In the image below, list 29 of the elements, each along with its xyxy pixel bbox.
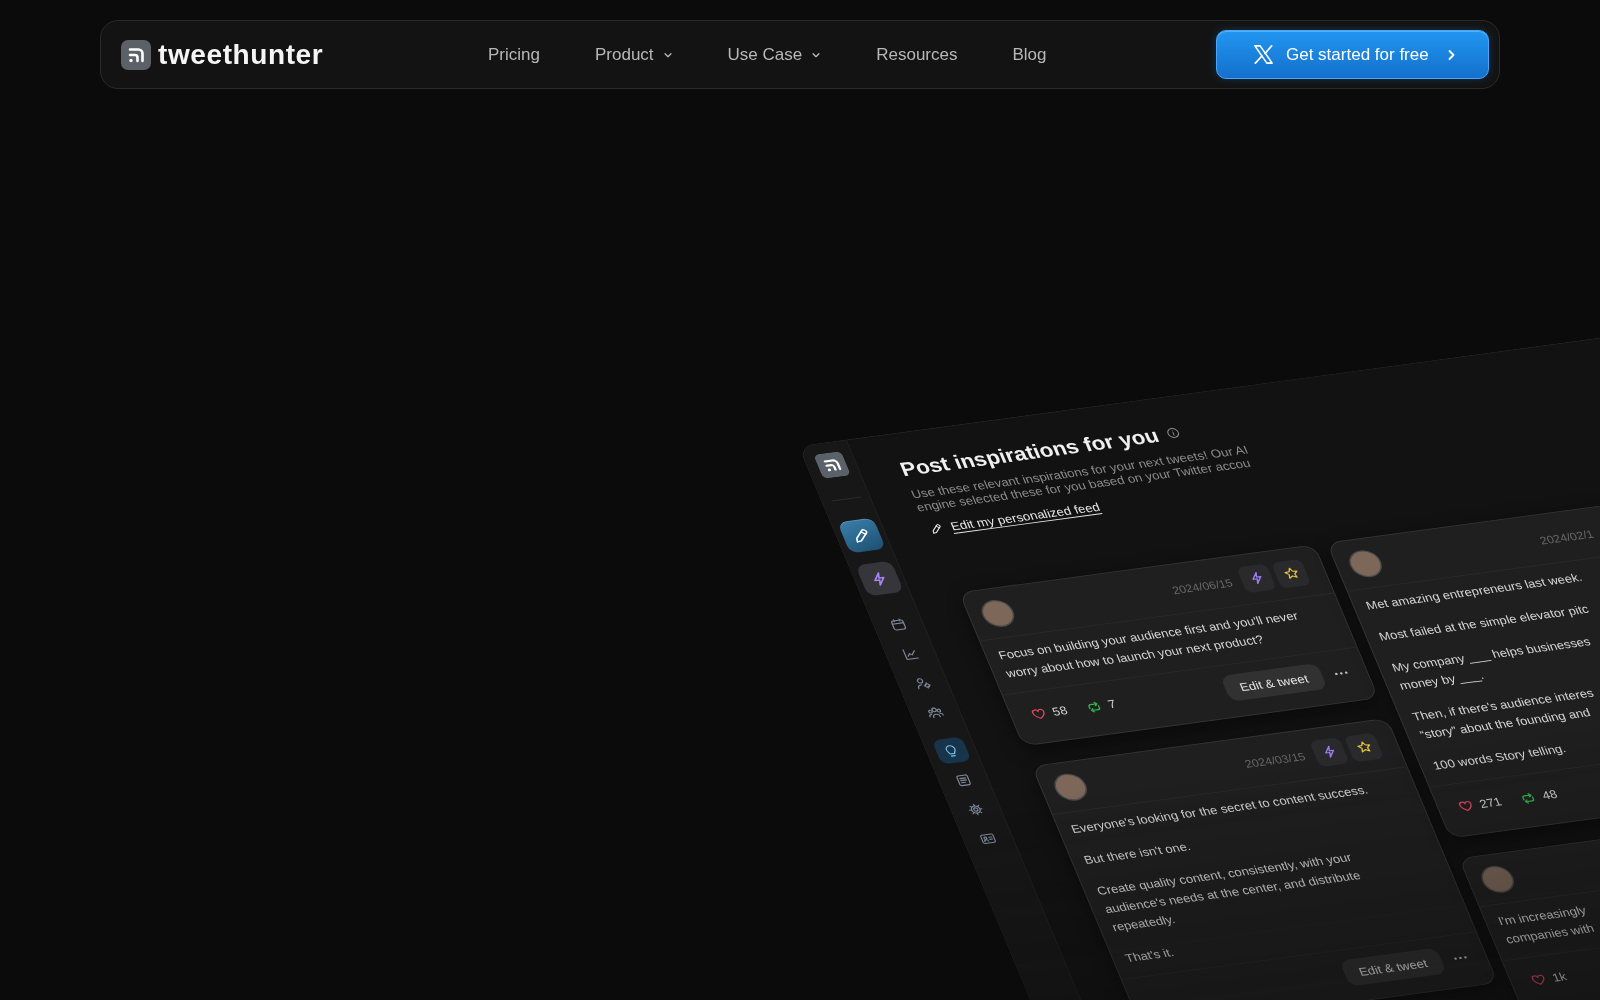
document-icon (953, 772, 974, 788)
brand-name: tweethunter (158, 38, 324, 71)
bolt-button[interactable] (1236, 563, 1277, 593)
app-logo-icon[interactable] (812, 451, 851, 479)
like-count: 271 (1477, 795, 1504, 811)
nav-link[interactable]: Resources (876, 44, 958, 65)
more-icon[interactable] (1333, 670, 1349, 676)
post-text: But there isn't one. (1080, 838, 1194, 869)
more-icon[interactable] (1452, 955, 1469, 961)
nav-link[interactable]: Product (594, 44, 673, 65)
post-text: 100 words Story telling. (1429, 740, 1569, 775)
post-date: 2024/03/15 (1242, 749, 1308, 770)
post-text: I'm increasingly companies with (1494, 902, 1598, 948)
like-count: 1k (1550, 970, 1569, 985)
star-button[interactable] (1343, 732, 1385, 762)
post-text: Everyone's looking for the secret to content success. (1067, 781, 1371, 838)
post-date: 2024/02/1 (1537, 527, 1596, 547)
nav-link[interactable]: Blog (1012, 44, 1047, 65)
logo-icon[interactable] (121, 39, 151, 70)
post-date: 2024/06/15 (1170, 576, 1235, 597)
get-started-button[interactable]: Get started for free (1216, 30, 1489, 79)
retweet-count: 7 (1106, 697, 1119, 711)
retweet-count: 48 (1540, 788, 1560, 802)
x-logo-icon (1252, 43, 1275, 66)
nav-link[interactable]: Use Case (727, 44, 822, 65)
like-count: 58 (1050, 704, 1070, 719)
nav-link[interactable]: Pricing (488, 44, 540, 65)
calendar-icon (888, 616, 909, 632)
post-text: That's it. (1121, 944, 1177, 967)
